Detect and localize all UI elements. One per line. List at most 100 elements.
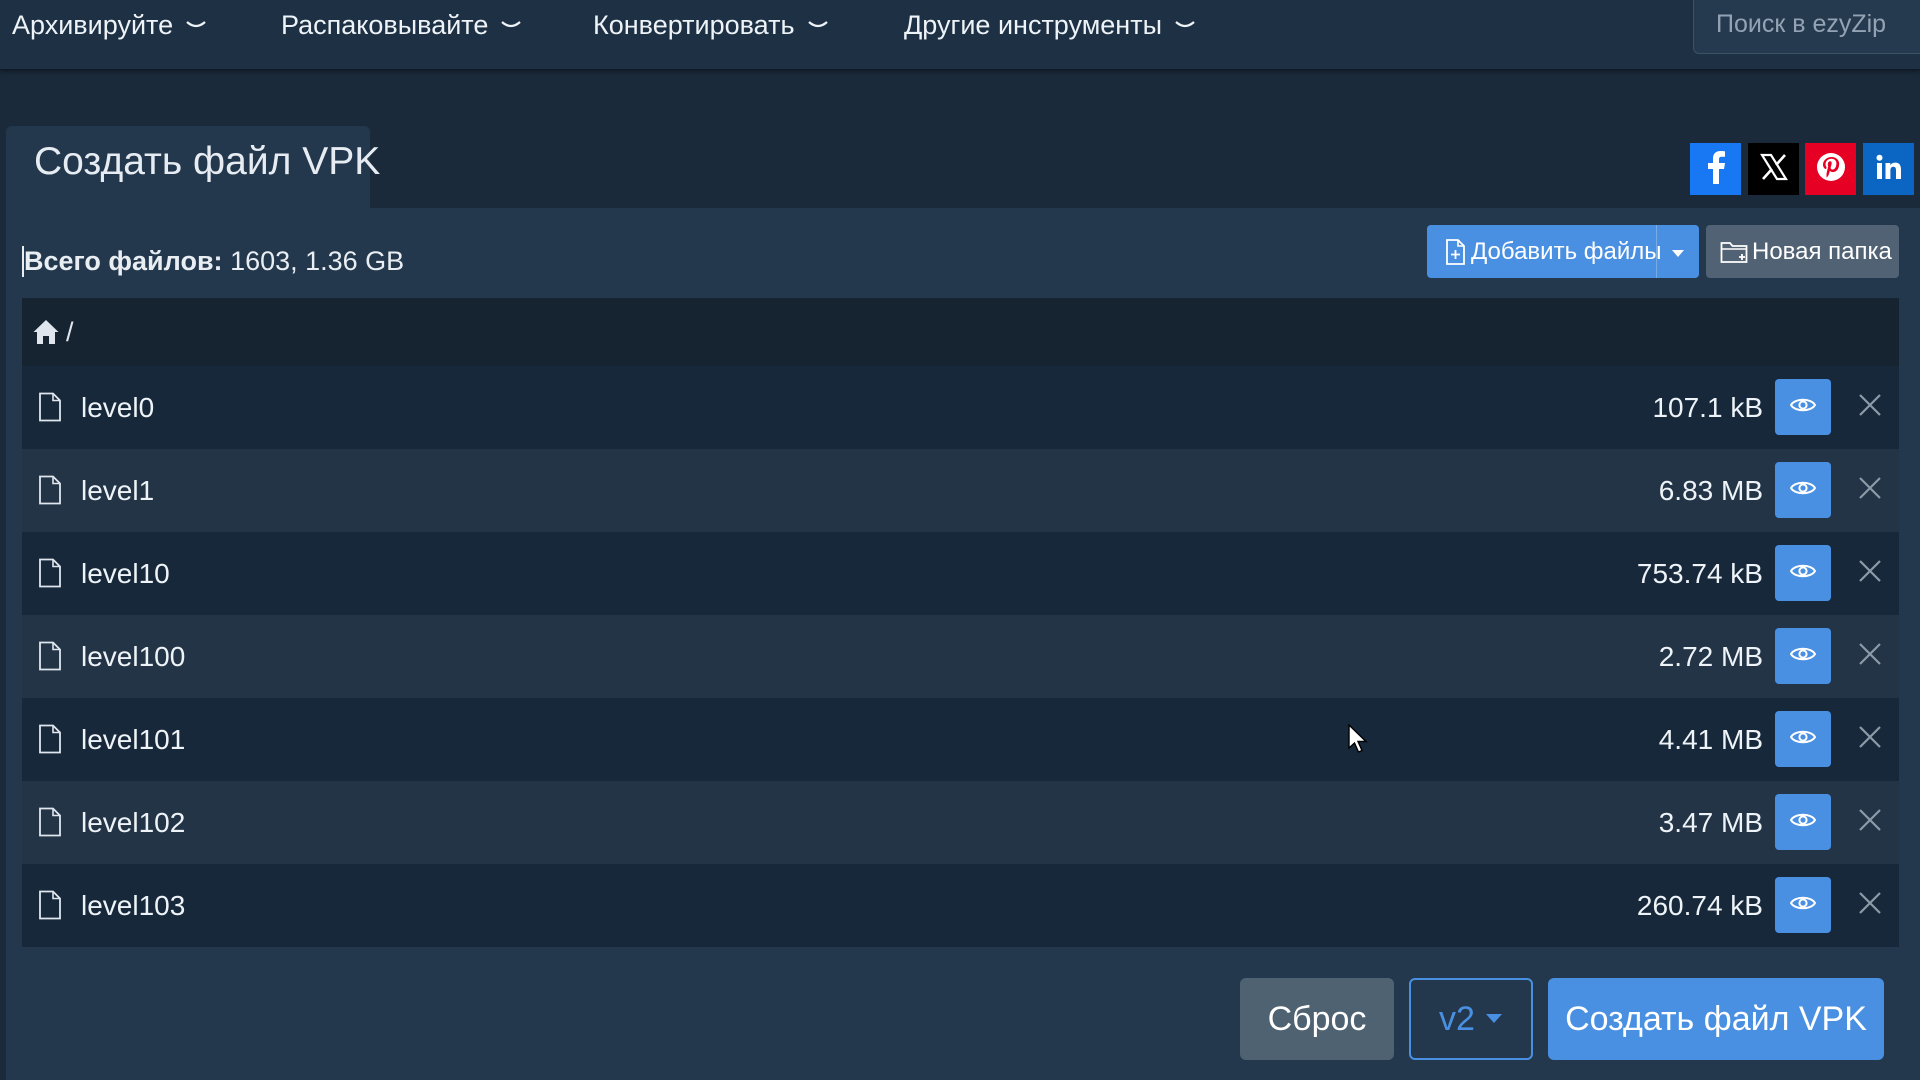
chevron-down-icon	[807, 14, 829, 36]
nav-menu-other-tools[interactable]: Другие инструменты	[904, 0, 1196, 50]
eye-icon	[1789, 479, 1817, 502]
chevron-down-icon	[185, 14, 207, 36]
file-plus-icon	[1445, 238, 1465, 265]
preview-button[interactable]	[1775, 877, 1831, 933]
pinterest-icon	[1815, 151, 1847, 188]
file-size: 3.47 MB	[1658, 806, 1763, 838]
file-icon	[38, 807, 62, 842]
file-row: level101 4.41 MB	[22, 698, 1899, 781]
preview-button[interactable]	[1775, 545, 1831, 601]
new-folder-button[interactable]: Новая папка	[1706, 225, 1899, 278]
eye-icon	[1789, 396, 1817, 419]
preview-button[interactable]	[1775, 794, 1831, 850]
caret-down-icon	[1485, 1013, 1503, 1025]
add-files-label: Добавить файлы	[1471, 237, 1662, 265]
file-icon	[38, 558, 62, 593]
files-summary: Всего файлов: 1603, 1.36 GB	[22, 246, 404, 277]
linkedin-icon	[1876, 154, 1902, 185]
remove-file-button[interactable]	[1855, 807, 1885, 837]
top-navbar: Архивируйте Распаковывайте Конвертироват…	[0, 0, 1920, 70]
file-size: 6.83 MB	[1658, 474, 1763, 506]
new-folder-label: Новая папка	[1752, 237, 1892, 265]
version-label: v2	[1439, 999, 1475, 1038]
caret-down-icon	[1671, 238, 1685, 266]
eye-icon	[1789, 811, 1817, 834]
facebook-icon	[1705, 150, 1727, 189]
file-name: level103	[81, 889, 186, 921]
create-vpk-label: Создать файл VPK	[1565, 999, 1867, 1038]
remove-file-button[interactable]	[1855, 641, 1885, 671]
file-row: level103 260.74 kB	[22, 864, 1899, 947]
chevron-down-icon	[1174, 14, 1196, 36]
file-size: 4.41 MB	[1658, 723, 1763, 755]
page-title: Создать файл VPK	[34, 140, 381, 183]
breadcrumb-path: /	[66, 316, 74, 347]
reset-label: Сброс	[1267, 999, 1367, 1038]
add-files-button[interactable]: Добавить файлы	[1427, 225, 1699, 278]
pinterest-share-button[interactable]	[1805, 143, 1856, 195]
create-vpk-button[interactable]: Создать файл VPK	[1548, 978, 1884, 1060]
file-row: level10 753.74 kB	[22, 532, 1899, 615]
eye-icon	[1789, 645, 1817, 668]
nav-menu-label: Конвертировать	[593, 9, 795, 40]
preview-button[interactable]	[1775, 711, 1831, 767]
eye-icon	[1789, 894, 1817, 917]
file-icon	[38, 392, 62, 427]
file-row: level102 3.47 MB	[22, 781, 1899, 864]
file-row: level1 6.83 MB	[22, 449, 1899, 532]
close-icon	[1858, 725, 1882, 754]
linkedin-share-button[interactable]	[1863, 143, 1914, 195]
nav-menu-extract[interactable]: Распаковывайте	[281, 0, 522, 50]
file-icon	[38, 641, 62, 676]
nav-menu-convert[interactable]: Конвертировать	[593, 0, 829, 50]
file-row: level0 107.1 kB	[22, 366, 1899, 449]
nav-menu-label: Распаковывайте	[281, 9, 489, 40]
version-dropdown[interactable]: v2	[1409, 978, 1533, 1060]
preview-button[interactable]	[1775, 379, 1831, 435]
remove-file-button[interactable]	[1855, 392, 1885, 422]
x-icon	[1759, 153, 1788, 186]
close-icon	[1858, 642, 1882, 671]
breadcrumb: /	[22, 298, 1899, 366]
file-name: level10	[81, 557, 170, 589]
close-icon	[1858, 559, 1882, 588]
x-share-button[interactable]	[1748, 143, 1799, 195]
home-icon[interactable]	[32, 319, 60, 345]
chevron-down-icon	[500, 14, 522, 36]
preview-button[interactable]	[1775, 628, 1831, 684]
eye-icon	[1789, 562, 1817, 585]
close-icon	[1858, 476, 1882, 505]
search-input[interactable]: Поиск в ezyZip	[1693, 0, 1920, 54]
nav-menu-archive[interactable]: Архивируйте	[12, 0, 207, 50]
add-files-dropdown-toggle[interactable]	[1656, 225, 1699, 278]
file-row: level100 2.72 MB	[22, 615, 1899, 698]
file-name: level0	[81, 391, 155, 423]
close-icon	[1858, 808, 1882, 837]
remove-file-button[interactable]	[1855, 890, 1885, 920]
nav-menu-label: Другие инструменты	[904, 9, 1162, 40]
file-name: level100	[81, 640, 186, 672]
file-icon	[38, 724, 62, 759]
facebook-share-button[interactable]	[1690, 143, 1741, 195]
remove-file-button[interactable]	[1855, 724, 1885, 754]
file-size: 753.74 kB	[1636, 557, 1763, 589]
nav-menu-label: Архивируйте	[12, 9, 174, 40]
file-list: / level0 107.1 kB level1 6.83 MB level10…	[22, 298, 1899, 948]
file-icon	[38, 475, 62, 510]
preview-button[interactable]	[1775, 462, 1831, 518]
close-icon	[1858, 393, 1882, 422]
tool-tab: Создать файл VPK	[6, 126, 380, 208]
file-size: 107.1 kB	[1652, 391, 1763, 423]
remove-file-button[interactable]	[1855, 558, 1885, 588]
file-name: level102	[81, 806, 186, 838]
folder-plus-icon	[1720, 240, 1748, 264]
reset-button[interactable]: Сброс	[1240, 978, 1394, 1060]
file-name: level101	[81, 723, 186, 755]
file-icon	[38, 890, 62, 925]
file-size: 2.72 MB	[1658, 640, 1763, 672]
files-summary-value: 1603, 1.36 GB	[230, 246, 405, 276]
file-size: 260.74 kB	[1636, 889, 1763, 921]
remove-file-button[interactable]	[1855, 475, 1885, 505]
eye-icon	[1789, 728, 1817, 751]
files-summary-label: Всего файлов:	[24, 246, 223, 276]
